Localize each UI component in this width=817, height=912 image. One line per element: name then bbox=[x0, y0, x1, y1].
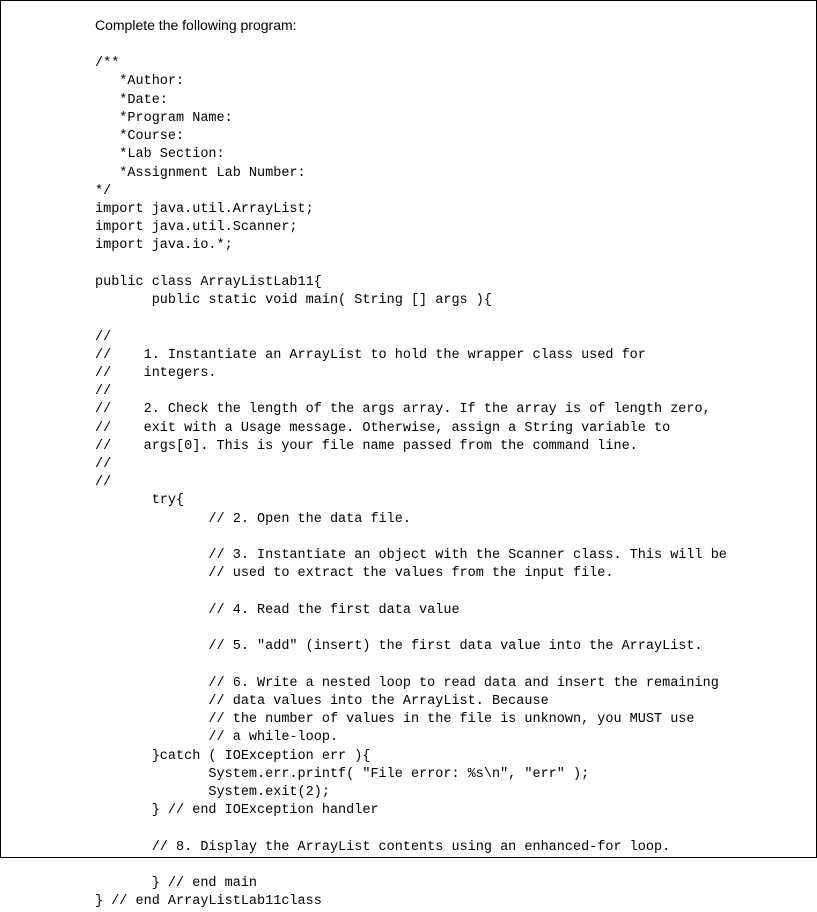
code-line: // a while-loop. bbox=[95, 730, 338, 745]
code-line: // args[0]. This is your file name passe… bbox=[95, 439, 638, 454]
code-line: /** bbox=[95, 56, 119, 71]
code-line: // integers. bbox=[95, 366, 217, 381]
code-line: } // end ArrayListLab11class bbox=[95, 894, 322, 909]
code-block: /** *Author: *Date: *Program Name: *Cour… bbox=[95, 37, 792, 912]
code-line: *Author: bbox=[95, 74, 184, 89]
code-line: // bbox=[95, 384, 111, 399]
code-line: // the number of values in the file is u… bbox=[95, 712, 695, 727]
code-line: }catch ( IOException err ){ bbox=[95, 749, 370, 764]
code-line: // 3. Instantiate an object with the Sca… bbox=[95, 548, 727, 563]
code-line: *Lab Section: bbox=[95, 147, 225, 162]
code-line: // 2. Check the length of the args array… bbox=[95, 402, 711, 417]
code-line: System.err.printf( "File error: %s\n", "… bbox=[95, 767, 589, 782]
code-line: // data values into the ArrayList. Becau… bbox=[95, 694, 549, 709]
code-line: } // end IOException handler bbox=[95, 803, 379, 818]
code-line: // bbox=[95, 475, 111, 490]
code-line: // exit with a Usage message. Otherwise,… bbox=[95, 421, 670, 436]
instruction-text: Complete the following program: bbox=[95, 17, 792, 33]
code-line: // 2. Open the data file. bbox=[95, 512, 411, 527]
code-line: *Course: bbox=[95, 129, 184, 144]
code-line: *Program Name: bbox=[95, 111, 233, 126]
code-line: *Date: bbox=[95, 93, 168, 108]
code-line: public class ArrayListLab11{ bbox=[95, 275, 322, 290]
code-line: // bbox=[95, 330, 111, 345]
code-line: // 6. Write a nested loop to read data a… bbox=[95, 676, 719, 691]
code-line: import java.util.ArrayList; bbox=[95, 202, 314, 217]
code-line: // 8. Display the ArrayList contents usi… bbox=[95, 840, 670, 855]
code-line: // 1. Instantiate an ArrayList to hold t… bbox=[95, 348, 646, 363]
code-line: // 5. "add" (insert) the first data valu… bbox=[95, 639, 703, 654]
code-line: // used to extract the values from the i… bbox=[95, 566, 613, 581]
code-line: try{ bbox=[95, 493, 184, 508]
code-line: public static void main( String [] args … bbox=[95, 293, 492, 308]
code-line: import java.io.*; bbox=[95, 238, 233, 253]
code-line: // bbox=[95, 457, 111, 472]
code-line: System.exit(2); bbox=[95, 785, 330, 800]
code-line: } // end main bbox=[95, 876, 257, 891]
code-line: import java.util.Scanner; bbox=[95, 220, 298, 235]
code-line: // 4. Read the first data value bbox=[95, 603, 460, 618]
code-line: *Assignment Lab Number: bbox=[95, 166, 306, 181]
code-line: */ bbox=[95, 184, 111, 199]
